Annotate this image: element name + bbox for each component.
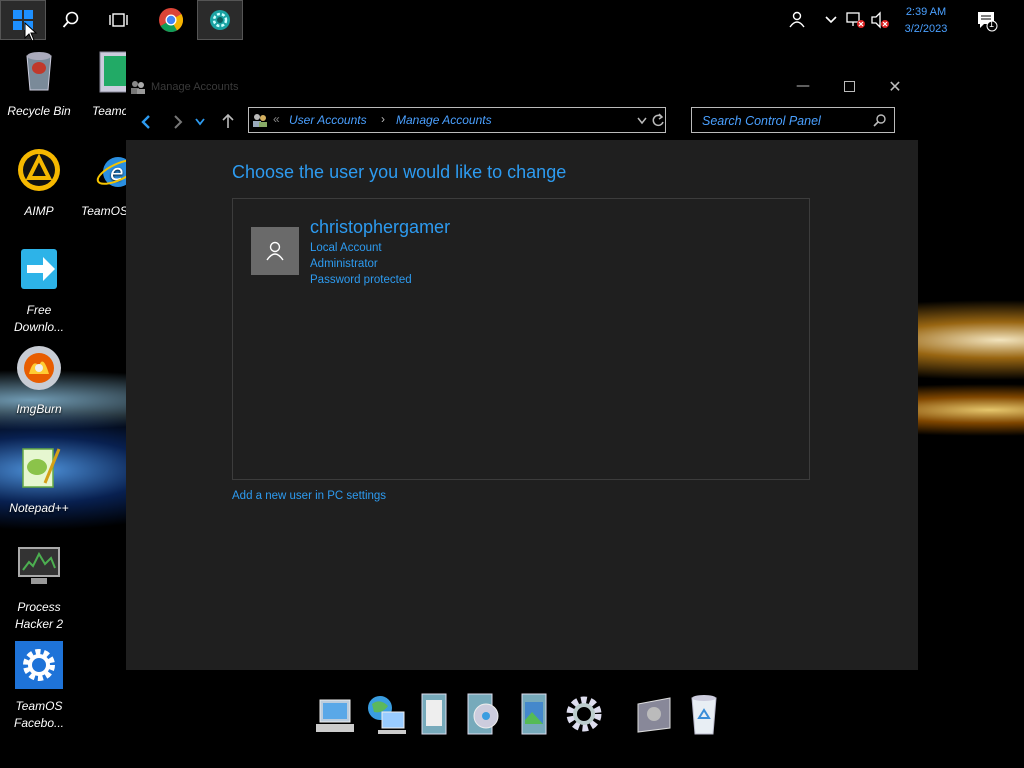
- desktop-icon-label: TeamOS Facebo...: [13, 699, 65, 730]
- chevron-up-icon[interactable]: [824, 15, 838, 25]
- desktop-icon-imgburn[interactable]: ImgBurn: [0, 344, 78, 418]
- pictures-folder-icon[interactable]: [510, 690, 558, 738]
- desktop-icon-label: Process Hacker 2: [14, 600, 64, 631]
- address-bar[interactable]: « User Accounts › Manage Accounts: [248, 107, 666, 133]
- navigation-bar: « User Accounts › Manage Accounts Search…: [126, 102, 918, 140]
- desktop-icon-teamos-ie[interactable]: e TeamOS: [76, 146, 126, 220]
- desktop-icon-process-hacker[interactable]: Process Hacker 2: [0, 542, 78, 633]
- user-name: christophergamer: [310, 217, 451, 237]
- control-panel-icon[interactable]: [630, 690, 678, 738]
- recycle-bin-icon: [26, 52, 52, 91]
- imgburn-disc-icon: [17, 346, 61, 390]
- avatar: [251, 227, 299, 275]
- mouse-cursor-icon: [24, 22, 38, 42]
- search-icon: [62, 11, 79, 28]
- chrome-taskbar-button[interactable]: [148, 0, 194, 40]
- desktop-icon-recycle-bin[interactable]: Recycle Bin: [0, 46, 78, 120]
- control-panel-taskbar-button[interactable]: [197, 0, 243, 40]
- user-password-status: Password protected: [310, 274, 412, 286]
- dock: [310, 690, 730, 744]
- search-control-panel-field[interactable]: Search Control Panel: [691, 107, 895, 133]
- desktop-icon-label: TeamOS: [81, 204, 126, 218]
- start-button[interactable]: [0, 0, 46, 40]
- desktop-icon-label: Recycle Bin: [7, 104, 71, 118]
- address-dropdown-icon[interactable]: [637, 117, 647, 125]
- desktop-icon-label: Free Downlo...: [13, 303, 65, 334]
- user-accounts-icon: [131, 81, 145, 94]
- notification-count: 1: [989, 19, 995, 29]
- content-area: Choose the user you would like to change…: [126, 140, 918, 670]
- desktop-icon-label: Notepad++: [9, 501, 69, 515]
- search-button[interactable]: [48, 0, 94, 40]
- user-avatar-icon: [266, 241, 284, 261]
- minimize-button[interactable]: —: [780, 70, 826, 102]
- maximize-button[interactable]: [826, 70, 872, 102]
- user-account-tile[interactable]: christophergamer Local Account Administr…: [233, 199, 533, 299]
- computer-monitor-icon[interactable]: [310, 690, 358, 738]
- user-role: Administrator: [310, 258, 378, 270]
- people-icon[interactable]: [788, 11, 806, 29]
- desktop-icon-label: AIMP: [24, 204, 54, 218]
- aimp-icon: [18, 149, 60, 191]
- internet-explorer-icon: e: [96, 157, 126, 187]
- user-account-type: Local Account: [310, 242, 382, 254]
- breadcrumb-user-accounts[interactable]: User Accounts: [289, 113, 367, 127]
- action-center-button[interactable]: 1: [976, 10, 998, 36]
- chrome-icon: [159, 8, 184, 33]
- refresh-icon[interactable]: [652, 113, 665, 127]
- desktop-icon-free-download-manager[interactable]: Free Downlo...: [0, 245, 78, 336]
- forward-arrow-icon[interactable]: [170, 114, 186, 130]
- close-button[interactable]: ✕: [872, 70, 918, 102]
- network-globe-icon[interactable]: [360, 690, 408, 738]
- address-users-icon: [253, 114, 267, 127]
- breadcrumb-separator-icon: ›: [381, 112, 385, 126]
- notification-icon: [978, 12, 998, 32]
- settings-gear-icon: [15, 641, 63, 689]
- clock-time: 2:39 AM: [905, 6, 947, 18]
- minimize-icon: —: [796, 78, 810, 94]
- recent-locations-chevron-icon[interactable]: [195, 118, 205, 126]
- notepadpp-icon: [22, 448, 61, 488]
- desktop-icon-label: ImgBurn: [16, 402, 62, 416]
- clock[interactable]: 2:39 AM 3/2/2023: [896, 4, 956, 38]
- up-arrow-icon[interactable]: [220, 113, 236, 129]
- breadcrumb-prefix: «: [273, 112, 280, 126]
- window-title: Manage Accounts: [151, 81, 239, 93]
- search-icon[interactable]: [873, 114, 886, 127]
- close-icon: ✕: [888, 76, 902, 96]
- add-new-user-link[interactable]: Add a new user in PC settings: [232, 490, 386, 502]
- page-heading: Choose the user you would like to change: [232, 162, 567, 182]
- documents-folder-icon[interactable]: [410, 690, 458, 738]
- desktop-icon-label: Teamo: [92, 104, 126, 118]
- taskbar: 2:39 AM 3/2/2023 1: [0, 0, 1024, 42]
- clock-date: 3/2/2023: [904, 23, 948, 35]
- task-view-button[interactable]: [96, 0, 142, 40]
- recycle-bin-icon[interactable]: [680, 690, 728, 738]
- process-hacker-icon: [18, 547, 60, 584]
- search-placeholder: Search Control Panel: [702, 114, 821, 128]
- desktop-icon-notepadpp[interactable]: Notepad++: [0, 443, 78, 517]
- back-arrow-icon[interactable]: [138, 114, 154, 130]
- maximize-icon: [843, 80, 855, 92]
- volume-muted-icon[interactable]: [870, 11, 890, 29]
- desktop-icon-teamos-facebook[interactable]: TeamOS Facebo...: [0, 641, 78, 732]
- system-tray: [788, 0, 890, 40]
- desktop-icon-teamos-folder[interactable]: Teamo: [76, 46, 126, 120]
- desktop-icon-aimp[interactable]: AIMP: [0, 146, 78, 220]
- free-download-manager-icon: [21, 249, 57, 289]
- breadcrumb-manage-accounts[interactable]: Manage Accounts: [396, 113, 492, 127]
- folder-icon: [99, 51, 126, 93]
- title-bar[interactable]: Manage Accounts — ✕: [126, 70, 918, 102]
- media-disc-icon[interactable]: [460, 690, 508, 738]
- task-view-icon: [109, 13, 128, 27]
- settings-gear-icon[interactable]: [560, 690, 608, 738]
- manage-accounts-window: Manage Accounts — ✕ « User Accounts › Ma…: [126, 70, 918, 670]
- accounts-panel: christophergamer Local Account Administr…: [232, 198, 810, 480]
- control-panel-gear-icon: [210, 10, 230, 30]
- network-disconnected-icon[interactable]: [846, 11, 866, 29]
